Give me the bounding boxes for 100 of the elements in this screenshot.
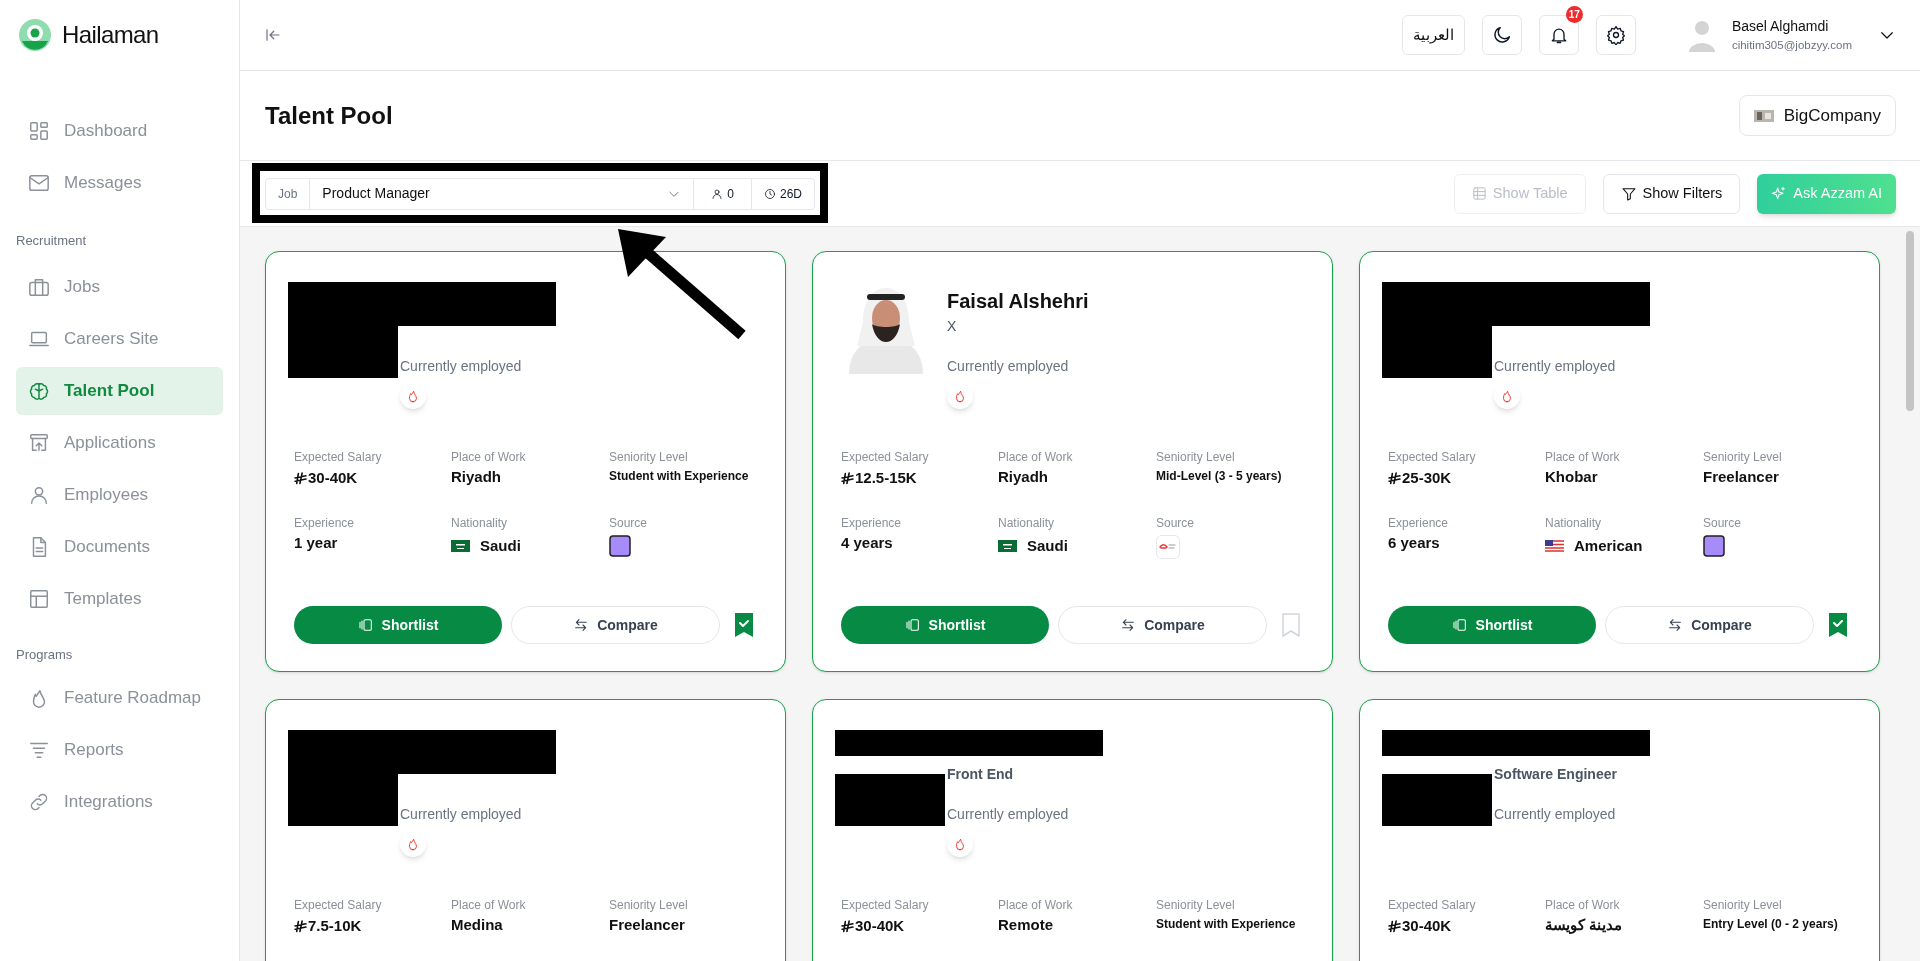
detail-value: Saudi <box>480 536 521 556</box>
link-icon <box>28 791 50 813</box>
applicant-count: 0 <box>727 185 734 203</box>
user-icon <box>711 187 724 200</box>
flame-icon <box>406 389 420 403</box>
source-icon <box>1703 535 1725 557</box>
candidate-card[interactable]: Front End Currently employed Expected Salary 30-40K Place of Work Remote Seniority Level Student with Experience <box>812 699 1333 961</box>
detail-value: مدينة كويسة <box>1545 915 1624 936</box>
table-icon <box>1471 186 1487 201</box>
flame-icon <box>953 837 967 851</box>
detail-value: Entry Level (0 - 2 years) <box>1703 916 1839 933</box>
detail-value: Remote <box>998 915 1054 935</box>
detail-value: Khobar <box>1545 467 1599 487</box>
sparkle-icon <box>1771 185 1788 202</box>
show-filters-button[interactable]: Show Filters <box>1602 173 1741 214</box>
collapse-sidebar-icon[interactable] <box>264 26 282 44</box>
logo-icon <box>18 18 52 52</box>
settings-button[interactable] <box>1595 15 1636 55</box>
detail-label: Seniority Level <box>1156 897 1236 913</box>
detail-label: Source <box>609 515 649 531</box>
candidate-title: Software Engineer <box>1494 765 1618 784</box>
sidebar-item[interactable]: Messages <box>16 159 223 207</box>
flag-icon <box>1545 540 1564 553</box>
employment-status: Currently employed <box>947 357 1070 376</box>
compare-button[interactable]: Compare <box>1058 606 1267 644</box>
detail-label: Nationality <box>451 515 509 531</box>
detail-label: Seniority Level <box>609 897 689 913</box>
candidate-card[interactable]: Currently employed Expected Salary 7.5-10K Place of Work Medina Seniority Level Freelancer <box>265 699 786 961</box>
detail-value: 7.5-10K <box>308 916 362 936</box>
brand-name: Hailaman <box>62 20 159 50</box>
detail-value: Mid-Level (3 - 5 years) <box>1156 468 1283 485</box>
filter-icon <box>1620 185 1637 202</box>
detail-value: American <box>1574 536 1643 556</box>
flag-icon <box>451 540 470 553</box>
archive-upload-icon <box>28 431 50 454</box>
swap-arrows-icon <box>1667 617 1684 633</box>
job-age: 26D <box>780 185 802 203</box>
detail-label: Seniority Level <box>609 449 689 465</box>
sidebar-item[interactable]: Dashboard <box>16 107 223 155</box>
detail-label: Place of Work <box>451 449 527 465</box>
sidebar-item[interactable]: Templates <box>16 574 223 623</box>
sidebar-item[interactable]: Jobs <box>16 262 223 311</box>
sidebar-item[interactable]: Careers Site <box>16 314 223 363</box>
detail-value: Freelancer <box>1703 467 1780 487</box>
grid-icon <box>28 120 50 142</box>
sidebar-item[interactable]: Talent Pool <box>16 366 223 415</box>
source-logo-icon <box>1156 535 1180 559</box>
bookmark-checked-icon[interactable] <box>735 613 753 637</box>
candidate-card[interactable]: Currently employed Expected Salary 25-30K Place of Work Khobar Seniority Level Freelancer Experience 6 years Nationality American Source Shortlist Compare <box>1359 251 1880 672</box>
candidate-card[interactable]: Faisal Alshehri X Currently employed Expected Salary 12.5-15K Place of Work Riyadh Seniority Level Mid-Level (3 - 5 years) Experience 4 years Nationality Saudi Source Shortlist Compare <box>812 251 1333 672</box>
sidebar-item[interactable]: Integrations <box>16 778 223 826</box>
user-name: Basel Alghamdi <box>1731 16 1830 36</box>
detail-label: Source <box>1156 515 1196 531</box>
shortlist-button[interactable]: Shortlist <box>294 606 502 644</box>
job-selector[interactable]: Job Product Manager 0 26D <box>265 177 815 210</box>
detail-label: Place of Work <box>998 449 1074 465</box>
detail-value: Freelancer <box>609 915 686 935</box>
detail-label: Place of Work <box>1545 449 1621 465</box>
clock-icon <box>764 187 776 200</box>
theme-toggle-button[interactable] <box>1481 15 1522 55</box>
bookmark-checked-icon[interactable] <box>1829 613 1847 637</box>
detail-value: Student with Experience <box>1156 916 1297 933</box>
detail-label: Nationality <box>1545 515 1603 531</box>
candidate-card[interactable]: Currently employed Expected Salary 30-40K Place of Work Riyadh Seniority Level Student with Experience Experience 1 year Nationality Saudi Source Shortlist Compare <box>265 251 786 672</box>
detail-label: Seniority Level <box>1156 449 1236 465</box>
candidate-title: X <box>947 317 958 336</box>
detail-value: 30-40K <box>308 468 358 488</box>
sidebar-item[interactable]: Reports <box>16 726 223 774</box>
sidebar-item[interactable]: Applications <box>16 418 223 467</box>
detail-label: Expected Salary <box>1388 449 1477 465</box>
shortlist-button[interactable]: Shortlist <box>841 606 1049 644</box>
employment-status: Currently employed <box>1494 805 1617 824</box>
detail-value: 12.5-15K <box>855 468 917 488</box>
detail-label: Experience <box>841 515 903 531</box>
source-icon <box>609 535 631 557</box>
sidebar-item[interactable]: Documents <box>16 522 223 571</box>
company-button[interactable]: BigCompany <box>1738 95 1896 136</box>
detail-value: 25-30K <box>1402 468 1452 488</box>
detail-value: 1 year <box>294 533 339 553</box>
settings-icon <box>1605 25 1626 45</box>
detail-value: 6 years <box>1388 533 1441 553</box>
detail-label: Nationality <box>998 515 1056 531</box>
layout-icon <box>28 587 50 610</box>
detail-value: Saudi <box>1027 536 1068 556</box>
flame-icon <box>1500 389 1514 403</box>
detail-label: Expected Salary <box>841 897 930 913</box>
scrollbar[interactable] <box>1906 231 1914 411</box>
compare-button[interactable]: Compare <box>511 606 720 644</box>
detail-label: Place of Work <box>451 897 527 913</box>
language-button[interactable]: العربية <box>1401 15 1465 55</box>
detail-value: Riyadh <box>451 467 502 487</box>
compare-button[interactable]: Compare <box>1605 606 1814 644</box>
shortlist-button[interactable]: Shortlist <box>1388 606 1596 644</box>
sidebar-item[interactable]: Feature Roadmap <box>16 674 223 722</box>
detail-value: Student with Experience <box>609 468 750 485</box>
sidebar-item[interactable]: Employees <box>16 470 223 519</box>
detail-label: Seniority Level <box>1703 897 1783 913</box>
flame-icon <box>953 389 967 403</box>
section-heading: Programs <box>15 645 74 664</box>
detail-label: Experience <box>294 515 356 531</box>
